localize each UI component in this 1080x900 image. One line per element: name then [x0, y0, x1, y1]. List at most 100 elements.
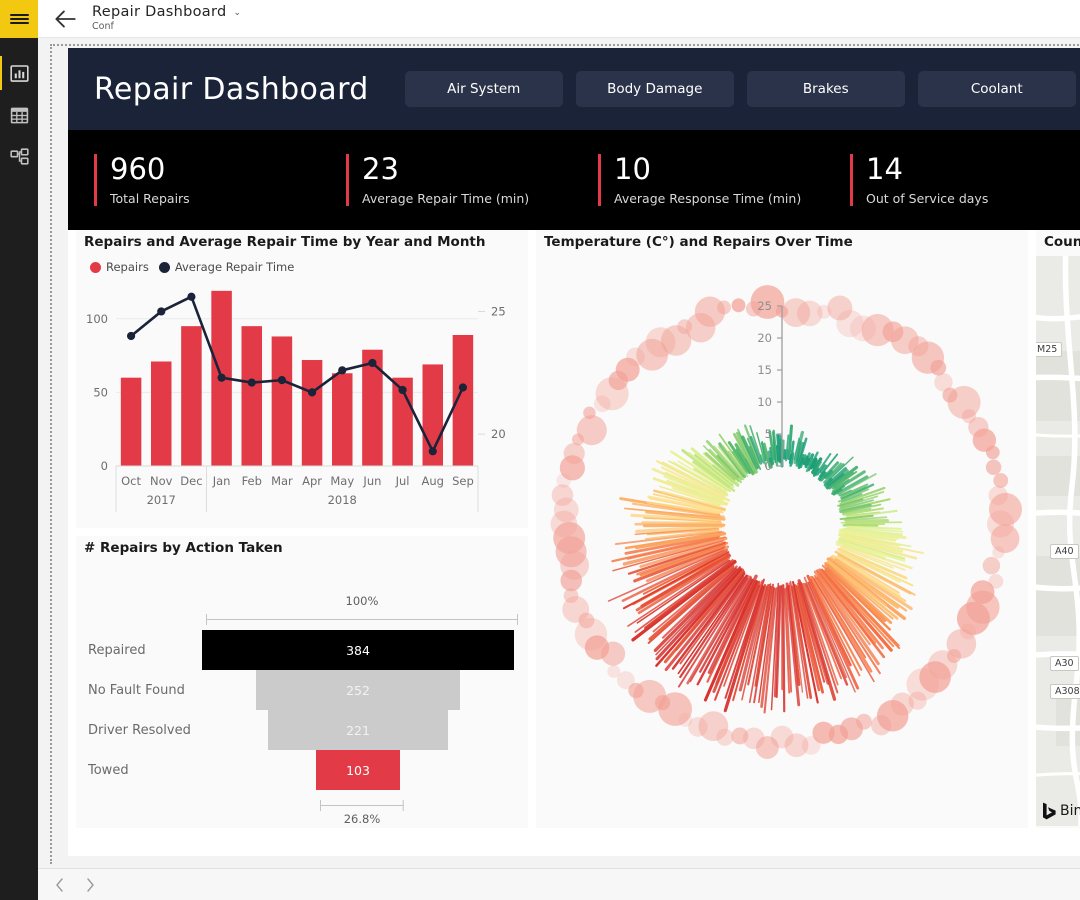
- visual-title: Repairs and Average Repair Time by Year …: [84, 234, 486, 250]
- line-marker: [307, 388, 317, 397]
- funnel-bottom-bracket: [320, 798, 404, 811]
- y-axis-right-tick: 25: [491, 304, 506, 318]
- funnel-plot-area: 100% Repaired 384 No Fault Found 252 Driver R…: [76, 562, 528, 826]
- funnel-category-label: Driver Resolved: [88, 722, 191, 738]
- chevron-right-icon[interactable]: [82, 877, 98, 893]
- repair-bubble: [563, 442, 585, 465]
- visual-temperature-radial[interactable]: Temperature (C°) and Repairs Over Time 0…: [536, 230, 1028, 828]
- line-marker: [458, 383, 468, 392]
- x-axis-tick: Nov: [150, 474, 173, 488]
- funnel-row[interactable]: No Fault Found 252: [76, 670, 528, 710]
- kpi-total-repairs[interactable]: 960 Total Repairs: [94, 154, 346, 206]
- trend-line: [130, 295, 465, 453]
- line-marker: [187, 292, 196, 301]
- tab-air-system[interactable]: Air System: [404, 71, 563, 107]
- repair-bubble: [992, 546, 1005, 559]
- data-view-icon: [10, 107, 28, 123]
- repair-bubble: [985, 459, 1002, 476]
- kpi-value: 14: [866, 152, 903, 187]
- tab-body-damage[interactable]: Body Damage: [575, 71, 734, 107]
- map-road-badge: M25: [1036, 342, 1063, 357]
- chevron-left-icon[interactable]: [52, 877, 68, 893]
- legend-item-repairs[interactable]: Repairs: [90, 260, 149, 274]
- line-marker: [247, 378, 256, 387]
- radial-chart-svg: 0 5 10 15 20 25: [550, 285, 1022, 760]
- temperature-spike: [641, 521, 723, 524]
- sidebar-item-report-view[interactable]: [0, 52, 38, 94]
- funnel-bar[interactable]: 103: [316, 750, 400, 790]
- legend-item-average-repair-time[interactable]: Average Repair Time: [158, 260, 295, 274]
- bar: [331, 373, 353, 466]
- hamburger-icon[interactable]: [0, 0, 38, 38]
- legend-swatch: [158, 261, 170, 273]
- y-axis-left-tick: 100: [86, 312, 108, 326]
- visual-repairs-by-action[interactable]: # Repairs by Action Taken 100% Repaired 38…: [76, 536, 528, 828]
- legend-swatch: [90, 261, 101, 273]
- radial-axis-tick: 10: [757, 395, 772, 409]
- bing-logo-icon: [1043, 802, 1056, 820]
- sidebar-item-model-view[interactable]: [0, 136, 38, 178]
- visual-title: Count o: [1044, 234, 1080, 250]
- line-marker: [398, 385, 407, 395]
- y-axis-right-tick: 20: [491, 427, 506, 441]
- visual-repairs-map[interactable]: Count o Bing AbLanHaySuM25A40A30A308: [1036, 230, 1080, 828]
- y-axis-left-tick: 0: [101, 459, 108, 473]
- x-axis-tick: Jul: [395, 474, 410, 488]
- bar: [120, 377, 142, 466]
- page-title: Repair Dashboard: [92, 3, 227, 20]
- combo-plot-area: 0 50 100 20 25 Oct Nov Dec Jan Feb Mar Apr May Jun Jul…: [76, 274, 528, 524]
- legend-label: Average Repair Time: [174, 260, 295, 274]
- tab-brakes[interactable]: Brakes: [746, 71, 905, 107]
- bar: [241, 326, 263, 466]
- x-axis-group-label: 2017: [147, 493, 176, 507]
- repair-bubble: [576, 415, 607, 446]
- bar: [362, 349, 383, 466]
- radial-plot-area: 0 5 10 15 20 25: [536, 256, 1028, 826]
- repair-bubble: [731, 298, 746, 313]
- kpi-average-response-time[interactable]: 10 Average Response Time (min): [598, 154, 850, 206]
- kpi-average-repair-time[interactable]: 23 Average Repair Time (min): [346, 154, 598, 206]
- funnel-top-bracket: [206, 612, 518, 625]
- model-view-icon: [9, 147, 29, 165]
- line-marker: [277, 376, 287, 385]
- funnel-bar[interactable]: 221: [268, 710, 448, 750]
- map-road-badge: A30: [1050, 656, 1079, 671]
- kpi-label: Total Repairs: [110, 190, 190, 206]
- kpi-accent-rule: [94, 154, 97, 206]
- map-road-badge: A40: [1050, 544, 1079, 559]
- line-marker: [157, 307, 166, 316]
- funnel-row[interactable]: Towed 103: [76, 750, 528, 790]
- visual-repairs-combo[interactable]: Repairs and Average Repair Time by Year …: [76, 230, 528, 528]
- kpi-band: 960 Total Repairs 23 Average Repair Time…: [68, 130, 1080, 230]
- kpi-out-of-service-days[interactable]: 14 Out of Service days: [850, 154, 1080, 206]
- visuals-grid: Repairs and Average Repair Time by Year …: [68, 230, 1080, 856]
- sidebar-item-data-view[interactable]: [0, 94, 38, 136]
- repair-bubble: [986, 445, 1000, 460]
- repair-bubble: [982, 556, 1001, 575]
- report-view-icon: [9, 64, 29, 82]
- kpi-label: Average Repair Time (min): [362, 190, 530, 206]
- tab-coolant[interactable]: Coolant: [917, 71, 1076, 107]
- kpi-label: Out of Service days: [866, 190, 989, 206]
- temperature-spike: [782, 584, 786, 713]
- funnel-row[interactable]: Driver Resolved 221: [76, 710, 528, 750]
- kpi-accent-rule: [850, 154, 853, 206]
- chevron-down-icon[interactable]: ⌄: [234, 7, 242, 17]
- funnel-bar[interactable]: 252: [255, 670, 461, 710]
- dashboard-report: Repair Dashboard Air System Body Damage …: [68, 48, 1080, 856]
- radial-axis-tick: 5: [765, 427, 772, 441]
- kpi-value: 23: [362, 152, 399, 187]
- radial-axis-tick: 15: [757, 363, 772, 377]
- map-plot-area[interactable]: Bing AbLanHaySuM25A40A30A308: [1036, 256, 1080, 826]
- x-axis-tick: Dec: [180, 474, 202, 488]
- funnel-row[interactable]: Repaired 384: [76, 630, 528, 670]
- funnel-bar[interactable]: 384: [202, 630, 514, 670]
- back-arrow-icon[interactable]: [52, 6, 78, 32]
- repair-bubble: [717, 300, 731, 315]
- bar: [271, 336, 293, 466]
- document-subtitle: Conf: [92, 21, 114, 33]
- x-axis-tick: Oct: [121, 474, 141, 488]
- radial-axis-tick: 20: [757, 331, 772, 345]
- dashboard-title: Repair Dashboard: [94, 71, 369, 107]
- radial-axis-tick: 0: [765, 459, 772, 473]
